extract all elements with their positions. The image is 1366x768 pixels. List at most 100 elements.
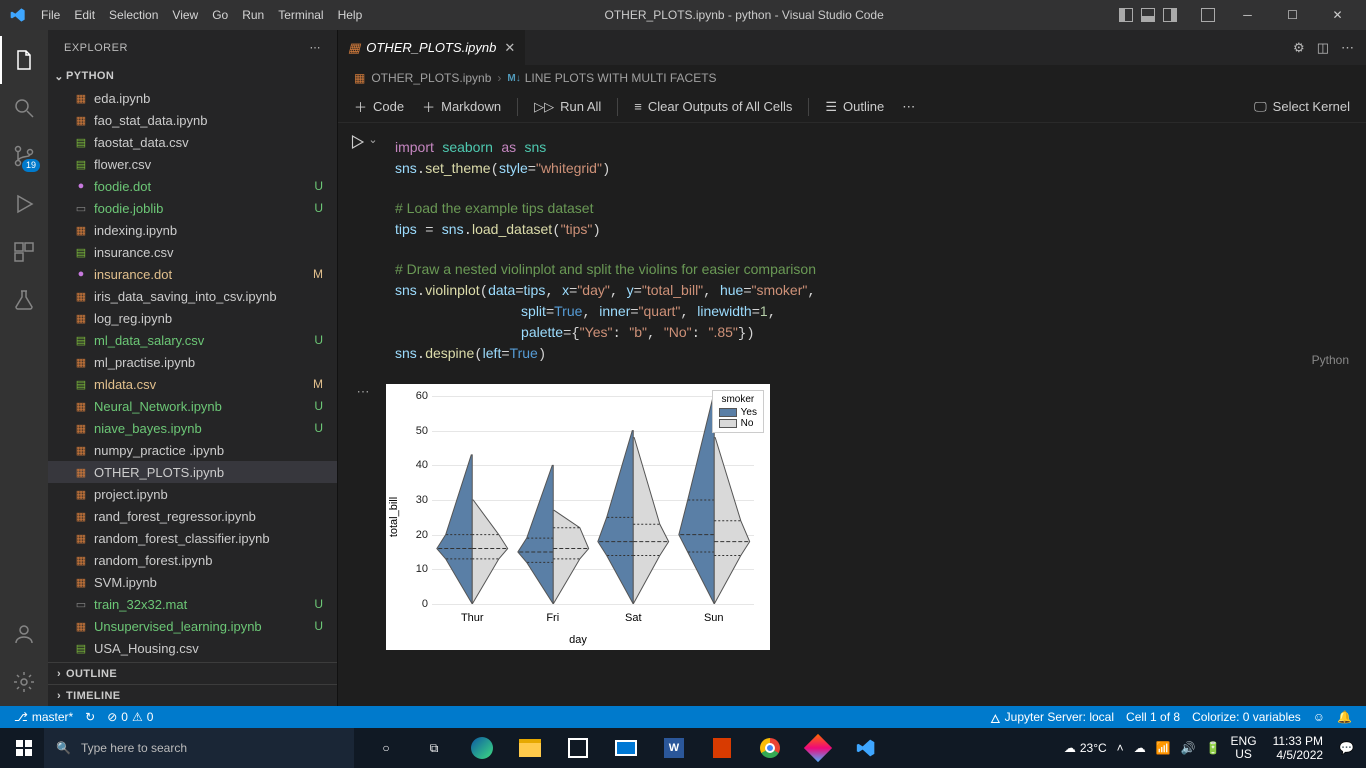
extensions-tab[interactable]	[0, 228, 48, 276]
file-item[interactable]: ▦fao_stat_data.ipynb	[48, 109, 337, 131]
file-item[interactable]: ▦Unsupervised_learning.ipynbU	[48, 615, 337, 637]
file-item[interactable]: ▦numpy_practice .ipynb	[48, 439, 337, 461]
explorer-tab[interactable]	[0, 36, 48, 84]
tab-other-plots[interactable]: ▦ OTHER_PLOTS.ipynb ✕	[338, 30, 526, 65]
file-item[interactable]: ▤insurance.csv	[48, 241, 337, 263]
layout-toggles[interactable]	[1119, 8, 1225, 22]
app-generic-icon[interactable]	[796, 728, 840, 768]
menu-view[interactable]: View	[165, 8, 205, 22]
source-control-tab[interactable]: 19	[0, 132, 48, 180]
timeline-section[interactable]: › TIMELINE	[48, 684, 337, 706]
ms-store-icon[interactable]	[556, 728, 600, 768]
action-center-icon[interactable]: 💬	[1339, 741, 1354, 755]
feedback-icon[interactable]: ☺	[1307, 706, 1331, 728]
split-editor-icon[interactable]: ◫	[1317, 40, 1329, 56]
vscode-taskbar-icon[interactable]	[844, 728, 888, 768]
onedrive-icon[interactable]: ☁	[1134, 741, 1146, 755]
office-icon[interactable]	[700, 728, 744, 768]
code-cell[interactable]: ⌄ import seaborn as sns sns.set_theme(st…	[338, 129, 1366, 378]
branch-indicator[interactable]: ⎇ master*	[8, 706, 79, 728]
cortana-icon[interactable]: ○	[364, 728, 408, 768]
menu-help[interactable]: Help	[331, 8, 370, 22]
file-item[interactable]: ▦log_reg.ipynb	[48, 307, 337, 329]
file-item[interactable]: ▤mldata.csvM	[48, 373, 337, 395]
testing-tab[interactable]	[0, 276, 48, 324]
code-content[interactable]: import seaborn as sns sns.set_theme(styl…	[381, 130, 1357, 371]
file-item[interactable]: ▦random_forest_classifier.ipynb	[48, 527, 337, 549]
file-item[interactable]: ▦ml_practise.ipynb	[48, 351, 337, 373]
volume-icon[interactable]: 🔊	[1181, 741, 1196, 755]
toolbar-more-button[interactable]: ⋯	[896, 97, 921, 117]
menu-terminal[interactable]: Terminal	[271, 8, 330, 22]
settings-tab[interactable]	[0, 658, 48, 706]
file-item[interactable]: ▦project.ipynb	[48, 483, 337, 505]
jupyter-server-status[interactable]: 🜂 Jupyter Server: local	[984, 706, 1120, 728]
wifi-icon[interactable]: 📶	[1156, 741, 1171, 755]
explorer-more-icon[interactable]: ⋯	[310, 41, 322, 54]
minimize-button[interactable]: ─	[1225, 0, 1270, 30]
breadcrumb-section[interactable]: LINE PLOTS WITH MULTI FACETS	[525, 71, 717, 85]
toggle-panel-bottom-icon[interactable]	[1141, 8, 1155, 22]
breadcrumb[interactable]: ▦ OTHER_PLOTS.ipynb › M↓ LINE PLOTS WITH…	[338, 65, 1366, 91]
weather-widget[interactable]: ☁ 23°C	[1064, 741, 1107, 755]
file-item[interactable]: ▦random_forest.ipynb	[48, 549, 337, 571]
file-item[interactable]: ▦niave_bayes.ipynbU	[48, 417, 337, 439]
close-tab-icon[interactable]: ✕	[504, 40, 515, 56]
file-item[interactable]: ●foodie.dotU	[48, 175, 337, 197]
tray-expand-icon[interactable]: ˄	[1117, 741, 1124, 755]
mail-icon[interactable]	[604, 728, 648, 768]
file-item[interactable]: ▭foodie.joblibU	[48, 197, 337, 219]
file-item[interactable]: ▤flower.csv	[48, 153, 337, 175]
clear-outputs-button[interactable]: ≡Clear Outputs of All Cells	[628, 97, 798, 116]
add-code-cell-button[interactable]: ＋Code	[348, 95, 410, 118]
menu-edit[interactable]: Edit	[67, 8, 102, 22]
run-all-button[interactable]: ▷▷Run All	[528, 97, 607, 117]
file-item[interactable]: ▭train_32x32.matU	[48, 593, 337, 615]
cell-language-label[interactable]: Python	[1312, 353, 1349, 367]
chrome-icon[interactable]	[748, 728, 792, 768]
menu-selection[interactable]: Selection	[102, 8, 165, 22]
cell-position[interactable]: Cell 1 of 8	[1120, 706, 1186, 728]
clock[interactable]: 11:33 PM 4/5/2022	[1267, 734, 1329, 762]
file-item[interactable]: ▦eda.ipynb	[48, 87, 337, 109]
start-button[interactable]	[4, 728, 44, 768]
notifications-icon[interactable]: 🔔	[1331, 706, 1358, 728]
word-icon[interactable]: W	[652, 728, 696, 768]
notebook-body[interactable]: ⌄ import seaborn as sns sns.set_theme(st…	[338, 123, 1366, 706]
file-item[interactable]: ▤faostat_data.csv	[48, 131, 337, 153]
workspace-folder-header[interactable]: ⌄ PYTHON	[48, 65, 337, 87]
file-item[interactable]: ▦rand_forest_regressor.ipynb	[48, 505, 337, 527]
edge-icon[interactable]	[460, 728, 504, 768]
file-item[interactable]: ▦indexing.ipynb	[48, 219, 337, 241]
chevron-down-icon[interactable]: ⌄	[368, 133, 377, 146]
breadcrumb-file[interactable]: OTHER_PLOTS.ipynb	[371, 71, 491, 85]
colorize-status[interactable]: Colorize: 0 variables	[1186, 706, 1307, 728]
file-item[interactable]: ●insurance.dotM	[48, 263, 337, 285]
file-item[interactable]: ▤USA_Housing.csv	[48, 637, 337, 659]
battery-icon[interactable]: 🔋	[1206, 741, 1221, 755]
sync-button[interactable]: ↻	[79, 706, 101, 728]
menu-file[interactable]: File	[34, 8, 67, 22]
taskbar-search[interactable]: 🔍 Type here to search	[44, 728, 354, 768]
problems-indicator[interactable]: ⊘0 ⚠0	[101, 706, 159, 728]
maximize-button[interactable]: ☐	[1270, 0, 1315, 30]
file-item[interactable]: ▦iris_data_saving_into_csv.ipynb	[48, 285, 337, 307]
file-item[interactable]: ▦OTHER_PLOTS.ipynb	[48, 461, 337, 483]
search-tab[interactable]	[0, 84, 48, 132]
outline-section[interactable]: › OUTLINE	[48, 662, 337, 684]
file-item[interactable]: ▦Neural_Network.ipynbU	[48, 395, 337, 417]
add-markdown-cell-button[interactable]: ＋Markdown	[416, 95, 507, 118]
run-debug-tab[interactable]	[0, 180, 48, 228]
customize-layout-icon[interactable]	[1201, 8, 1215, 22]
more-actions-icon[interactable]: ⋯	[1341, 40, 1354, 56]
toggle-panel-left-icon[interactable]	[1119, 8, 1133, 22]
cell-editor[interactable]: import seaborn as sns sns.set_theme(styl…	[380, 129, 1358, 372]
menu-run[interactable]: Run	[235, 8, 271, 22]
file-item[interactable]: ▤ml_data_salary.csvU	[48, 329, 337, 351]
task-view-icon[interactable]: ⧉	[412, 728, 456, 768]
cell-run-button[interactable]: ⌄	[346, 129, 380, 372]
file-explorer-icon[interactable]	[508, 728, 552, 768]
select-kernel-button[interactable]: 🖵Select Kernel	[1248, 97, 1356, 117]
outline-button[interactable]: ☰Outline	[819, 97, 890, 117]
file-tree[interactable]: ▦eda.ipynb▦fao_stat_data.ipynb▤faostat_d…	[48, 87, 337, 662]
